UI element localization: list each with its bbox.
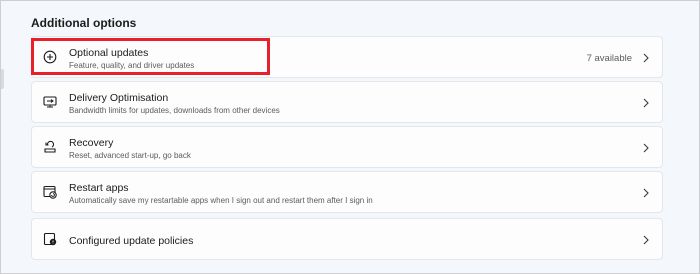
settings-panel: Additional options Optional updates Feat… xyxy=(0,0,700,274)
restart-apps-icon xyxy=(43,185,57,199)
option-title: Optional updates xyxy=(69,47,149,59)
option-title: Recovery xyxy=(69,137,114,149)
option-description: Bandwidth limits for updates, downloads … xyxy=(69,106,280,115)
plus-circle-icon xyxy=(43,50,57,64)
option-restart-apps[interactable]: Restart apps Automatically save my resta… xyxy=(31,171,663,213)
option-configured-update-policies[interactable]: Configured update policies xyxy=(31,218,663,260)
delivery-optimisation-icon xyxy=(43,95,57,109)
option-description: Reset, advanced start-up, go back xyxy=(69,151,191,160)
chevron-right-icon xyxy=(642,52,650,64)
option-description: Automatically save my restartable apps w… xyxy=(69,196,373,205)
option-title: Delivery Optimisation xyxy=(69,92,169,104)
option-delivery-optimisation[interactable]: Delivery Optimisation Bandwidth limits f… xyxy=(31,81,663,123)
section-title: Additional options xyxy=(31,16,137,30)
available-count: 7 available xyxy=(586,53,632,64)
option-optional-updates[interactable]: Optional updates Feature, quality, and d… xyxy=(31,36,663,78)
option-recovery[interactable]: Recovery Reset, advanced start-up, go ba… xyxy=(31,126,663,168)
chevron-right-icon xyxy=(642,187,650,199)
option-title: Restart apps xyxy=(69,182,129,194)
chevron-right-icon xyxy=(642,97,650,109)
recovery-icon xyxy=(43,140,57,154)
policy-icon xyxy=(43,232,57,246)
sidebar-scroll-indicator xyxy=(1,69,4,89)
chevron-right-icon xyxy=(642,142,650,154)
option-description: Feature, quality, and driver updates xyxy=(69,61,195,70)
chevron-right-icon xyxy=(642,234,650,246)
option-title: Configured update policies xyxy=(69,235,194,247)
